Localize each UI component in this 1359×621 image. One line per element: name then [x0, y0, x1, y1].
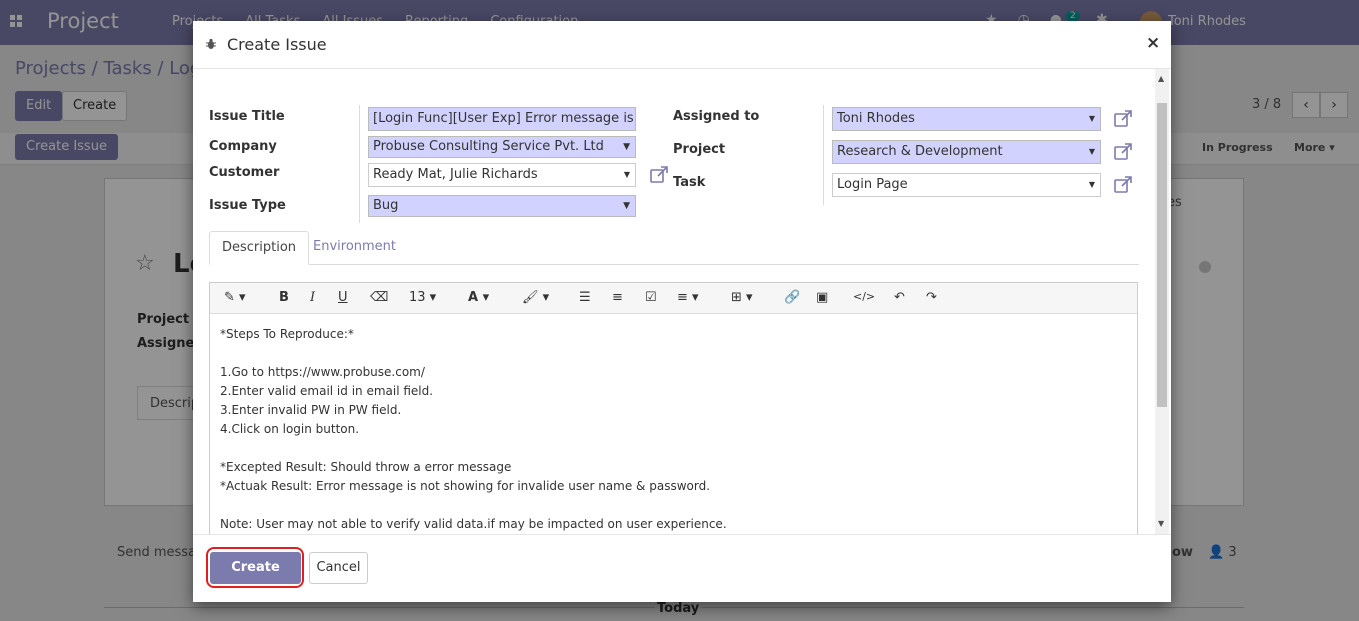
numbered-list-icon[interactable]: ≡	[612, 290, 623, 305]
separator	[823, 105, 824, 205]
chevron-down-icon[interactable]: ▼	[1089, 108, 1095, 130]
assigned-to-input[interactable]: Toni Rhodes ▼	[832, 107, 1101, 131]
chevron-down-icon: ▼	[623, 201, 630, 211]
customer-label: Customer	[209, 165, 280, 180]
company-select[interactable]: Probuse Consulting Service Pvt. Ltd ▼	[368, 136, 636, 158]
redo-icon[interactable]: ↷	[926, 290, 937, 305]
description-text[interactable]: *Steps To Reproduce:* 1.Go to https://ww…	[220, 325, 727, 534]
tab-environment[interactable]: Environment	[301, 231, 408, 265]
task-input[interactable]: Login Page ▼	[832, 173, 1101, 197]
italic-icon[interactable]: I	[310, 290, 315, 305]
task-label: Task	[673, 175, 706, 190]
description-line: 4.Click on login button.	[220, 422, 360, 436]
project-label: Project	[673, 142, 726, 157]
description-line: Note: User may not able to verify valid …	[220, 517, 727, 531]
notebook-tabs: Description Environment	[209, 231, 1139, 265]
project-value: Research & Development	[837, 144, 1003, 159]
code-view-icon[interactable]: </>	[853, 290, 875, 303]
bold-icon[interactable]: B	[279, 290, 289, 305]
tab-description[interactable]: Description	[209, 231, 310, 265]
issue-type-label: Issue Type	[209, 198, 286, 213]
separator	[359, 105, 360, 223]
description-line: *Steps To Reproduce:*	[220, 327, 354, 341]
table-icon[interactable]: ⊞ ▾	[731, 290, 753, 305]
issue-type-value: Bug	[373, 198, 399, 213]
modal-footer: Create Issue Cancel	[193, 534, 1171, 605]
task-value: Login Page	[837, 177, 908, 192]
description-line: 1.Go to https://www.probuse.com/	[220, 365, 425, 379]
image-icon[interactable]: ▣	[816, 290, 828, 305]
modal-body: Issue Title [Login Func][User Exp] Error…	[193, 69, 1171, 534]
font-color-icon[interactable]: A ▾	[468, 290, 489, 305]
assigned-to-label: Assigned to	[673, 109, 760, 124]
modal-title: Create Issue	[227, 35, 327, 54]
scroll-up-icon[interactable]: ▲	[1158, 74, 1164, 83]
editor-toolbar: ✎ ▾ B I U ⌫ 13 ▾ A ▾ 🖌 ▾ ☰ ≡ ☑ ≡ ▾ ⊞ ▾ 🔗…	[210, 283, 1137, 314]
external-link-icon[interactable]	[1113, 109, 1133, 129]
brush-icon[interactable]: 🖌 ▾	[522, 290, 549, 305]
close-icon[interactable]: ×	[1146, 33, 1160, 53]
magic-wand-icon[interactable]: ✎ ▾	[224, 290, 246, 305]
chevron-down-icon: ▼	[623, 142, 630, 152]
description-editor[interactable]: ✎ ▾ B I U ⌫ 13 ▾ A ▾ 🖌 ▾ ☰ ≡ ☑ ≡ ▾ ⊞ ▾ 🔗…	[209, 282, 1138, 534]
create-issue-button[interactable]: Create Issue	[210, 552, 301, 605]
modal-header: Create Issue ×	[193, 21, 1171, 69]
underline-icon[interactable]: U	[338, 290, 348, 305]
description-line	[220, 496, 727, 515]
issue-title-input[interactable]: [Login Func][User Exp] Error message is …	[368, 107, 636, 131]
project-input[interactable]: Research & Development ▼	[832, 140, 1101, 164]
customer-input[interactable]: Ready Mat, Julie Richards ▼	[368, 163, 636, 187]
scrollbar-thumb[interactable]	[1157, 103, 1167, 407]
scroll-down-icon[interactable]: ▼	[1158, 519, 1164, 528]
issue-title-label: Issue Title	[209, 109, 285, 124]
external-link-icon[interactable]	[1113, 175, 1133, 195]
customer-value: Ready Mat, Julie Richards	[373, 167, 538, 182]
description-line: *Excepted Result: Should throw a error m…	[220, 460, 512, 474]
cancel-button[interactable]: Cancel	[309, 552, 368, 584]
bug-icon	[205, 38, 217, 53]
description-line	[220, 344, 727, 363]
scrollbar[interactable]: ▲ ▼	[1155, 69, 1169, 534]
link-icon[interactable]: 🔗	[784, 290, 800, 305]
chevron-down-icon[interactable]: ▼	[624, 164, 630, 186]
external-link-icon[interactable]	[1113, 142, 1133, 162]
bullet-list-icon[interactable]: ☰	[579, 290, 591, 305]
font-size-dropdown[interactable]: 13 ▾	[409, 290, 436, 305]
company-label: Company	[209, 139, 277, 154]
chevron-down-icon[interactable]: ▼	[1089, 174, 1095, 196]
description-line: *Actuak Result: Error message is not sho…	[220, 479, 711, 493]
description-line	[220, 439, 727, 458]
undo-icon[interactable]: ↶	[894, 290, 905, 305]
align-icon[interactable]: ≡ ▾	[677, 290, 699, 305]
assigned-to-value: Toni Rhodes	[837, 111, 915, 126]
description-line: 3.Enter invalid PW in PW field.	[220, 403, 402, 417]
company-value: Probuse Consulting Service Pvt. Ltd	[373, 139, 604, 154]
external-link-icon[interactable]	[649, 165, 669, 185]
checklist-icon[interactable]: ☑	[645, 290, 657, 305]
issue-type-select[interactable]: Bug ▼	[368, 195, 636, 217]
create-issue-dialog: Create Issue × Issue Title [Login Func][…	[193, 21, 1171, 605]
description-line: 2.Enter valid email id in email field.	[220, 384, 434, 398]
eraser-icon[interactable]: ⌫	[370, 290, 388, 305]
chevron-down-icon[interactable]: ▼	[1089, 141, 1095, 163]
